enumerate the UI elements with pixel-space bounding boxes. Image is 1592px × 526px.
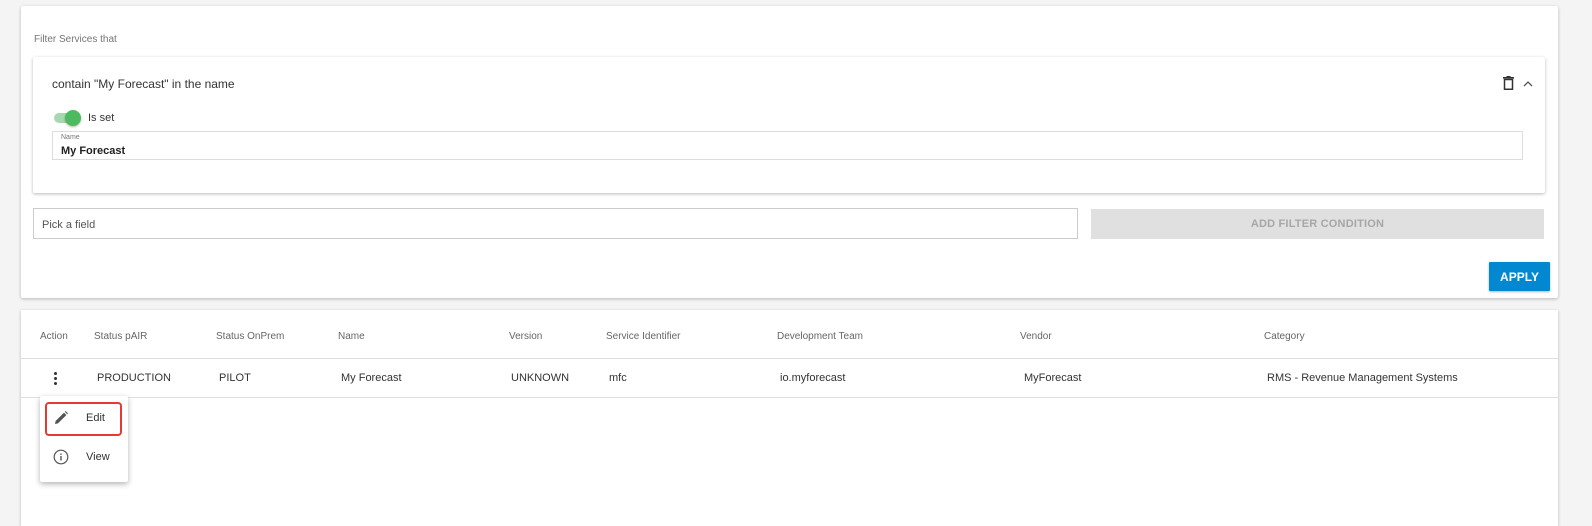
cell-status-pair: PRODUCTION	[97, 372, 171, 384]
cell-category: RMS - Revenue Management Systems	[1267, 372, 1458, 384]
menu-item-edit[interactable]: Edit	[40, 402, 128, 434]
cell-status-onprem: PILOT	[219, 372, 251, 384]
column-header-action: Action	[40, 331, 68, 342]
filter-condition-card: contain "My Forecast" in the name Is set…	[33, 57, 1545, 193]
menu-item-view[interactable]: View	[40, 441, 128, 473]
table-row: PRODUCTION PILOT My Forecast UNKNOWN mfc…	[21, 359, 1558, 398]
toggle-row: Is set	[52, 110, 114, 126]
apply-button[interactable]: APPLY	[1489, 262, 1550, 291]
name-field-value: My Forecast	[61, 145, 126, 157]
column-header-development-team: Development Team	[777, 331, 863, 342]
filter-heading: Filter Services that	[34, 34, 117, 45]
info-icon	[53, 449, 69, 465]
column-header-category: Category	[1264, 331, 1305, 342]
card-icons	[1503, 76, 1533, 90]
cell-service-identifier: mfc	[609, 372, 627, 384]
toggle-thumb	[65, 110, 81, 126]
column-header-service-identifier: Service Identifier	[606, 331, 681, 342]
table-header: Action Status pAIR Status OnPrem Name Ve…	[21, 310, 1558, 359]
trash-icon	[1503, 76, 1514, 90]
name-field-label: Name	[61, 134, 80, 141]
cell-name: My Forecast	[341, 372, 402, 384]
collapse-condition-button[interactable]	[1523, 80, 1533, 87]
is-set-toggle[interactable]	[52, 110, 81, 126]
action-menu: Edit View	[40, 396, 128, 482]
name-field[interactable]: Name My Forecast	[52, 131, 1523, 160]
cell-vendor: MyForecast	[1024, 372, 1082, 384]
row-action-menu-button[interactable]	[48, 370, 62, 386]
menu-item-edit-label: Edit	[86, 412, 105, 424]
filter-panel: Filter Services that contain "My Forecas…	[21, 6, 1558, 298]
pick-field-placeholder: Pick a field	[42, 219, 96, 231]
pencil-icon	[55, 411, 68, 424]
cell-version: UNKNOWN	[511, 372, 570, 384]
delete-condition-button[interactable]	[1503, 76, 1514, 90]
chevron-up-icon	[1523, 80, 1533, 86]
menu-item-view-label: View	[86, 451, 110, 463]
column-header-version: Version	[509, 331, 543, 342]
condition-title: contain "My Forecast" in the name	[52, 77, 235, 91]
column-header-vendor: Vendor	[1020, 331, 1052, 342]
column-header-status-onprem: Status OnPrem	[216, 331, 285, 342]
column-header-name: Name	[338, 331, 365, 342]
toggle-label: Is set	[88, 112, 115, 124]
add-filter-condition-button[interactable]: ADD FILTER CONDITION	[1091, 209, 1544, 239]
more-vert-icon	[53, 371, 57, 375]
column-header-status-pair: Status pAIR	[94, 331, 148, 342]
pick-field-input[interactable]: Pick a field	[33, 208, 1078, 239]
cell-development-team: io.myforecast	[780, 372, 846, 384]
services-table: Action Status pAIR Status OnPrem Name Ve…	[21, 310, 1558, 526]
